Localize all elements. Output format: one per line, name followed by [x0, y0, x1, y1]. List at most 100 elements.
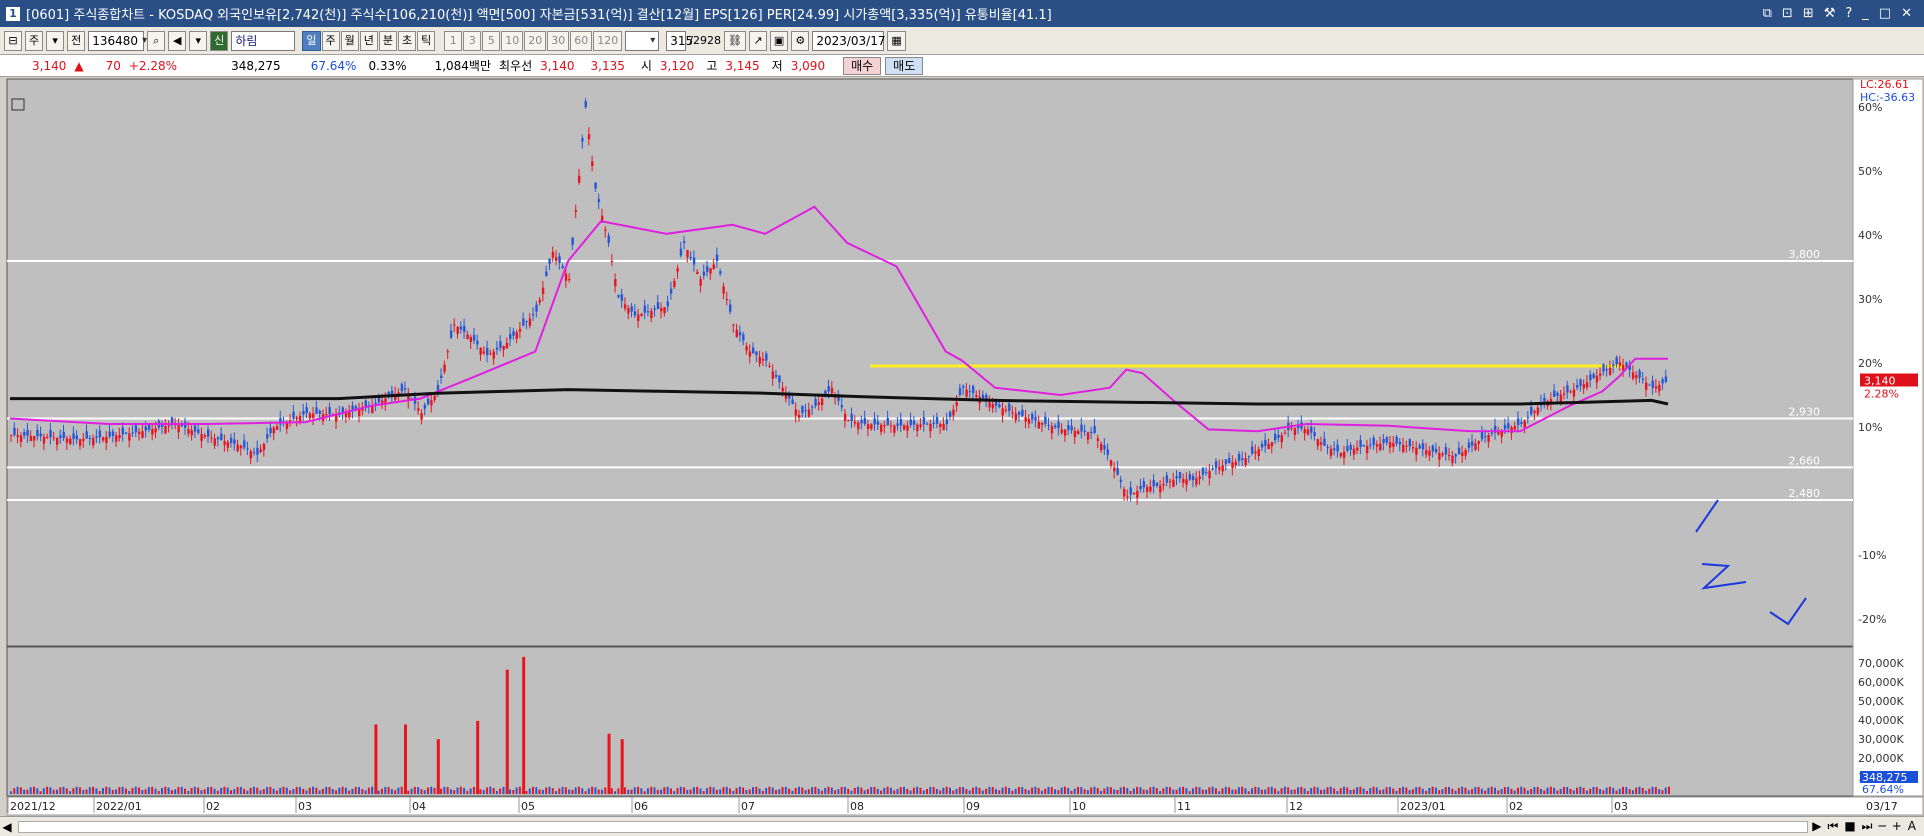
- candle-body: [1057, 421, 1060, 429]
- close-icon[interactable]: ✕: [1901, 6, 1912, 21]
- nav-btn-5[interactable]: +: [1892, 819, 1902, 834]
- interval-custom[interactable]: [625, 30, 660, 51]
- volume-bar: [650, 786, 653, 794]
- period-btn-1[interactable]: 주: [321, 30, 340, 51]
- candle-body: [1303, 429, 1306, 434]
- volume-bar: [344, 787, 347, 794]
- price-chart[interactable]: 3,8002,9302,6602,480 60%50%40%30%20%10%-…: [0, 77, 1924, 817]
- candle-body: [1319, 442, 1323, 445]
- volume-bar: [922, 790, 925, 794]
- interval-btn-1[interactable]: 1: [444, 30, 463, 51]
- nav-btn-1[interactable]: ⏮: [1828, 819, 1839, 834]
- candle-body: [167, 425, 170, 427]
- maximize-icon[interactable]: □: [1879, 6, 1891, 21]
- volume-bar: [32, 786, 35, 794]
- interval-btn-30[interactable]: 30: [547, 30, 570, 51]
- interval-btn-10[interactable]: 10: [501, 30, 524, 51]
- volume-bar: [1526, 790, 1529, 794]
- volume-bar: [312, 786, 315, 794]
- volume-bar: [981, 790, 984, 794]
- volume-bar: [1645, 790, 1648, 794]
- volume-bar: [610, 788, 613, 794]
- stock-name-field[interactable]: 하림: [231, 30, 296, 51]
- interval-btn-60[interactable]: 60: [570, 30, 593, 51]
- tool-icon[interactable]: ⚒: [1824, 6, 1836, 21]
- candle-body: [433, 395, 436, 400]
- nav-btn-4[interactable]: ─: [1878, 819, 1885, 834]
- scroll-left-icon[interactable]: ◀: [0, 820, 14, 834]
- draw-tool-icon[interactable]: ↗: [748, 30, 767, 51]
- candle-body: [1103, 445, 1106, 450]
- interval-btn-120[interactable]: 120: [593, 30, 623, 51]
- period-btn-6[interactable]: 틱: [417, 30, 436, 51]
- gear-icon[interactable]: ⚙: [791, 30, 810, 51]
- nav-btn-0[interactable]: ▶: [1812, 819, 1821, 834]
- volume-bar: [384, 786, 387, 794]
- search-icon[interactable]: ⌕: [147, 30, 166, 51]
- type-btn-jeon[interactable]: 전: [67, 30, 86, 51]
- stock-code-input[interactable]: 136480: [88, 30, 145, 51]
- volume-bar: [1329, 786, 1332, 794]
- horizontal-scrollbar[interactable]: [18, 820, 1809, 833]
- help-icon[interactable]: ?: [1845, 6, 1852, 21]
- tile-icon[interactable]: ⊞: [1803, 6, 1814, 21]
- volume-bar: [1484, 790, 1487, 794]
- volume-bar: [367, 787, 370, 794]
- calendar-icon[interactable]: ▦: [887, 30, 906, 51]
- candle-body: [719, 271, 722, 274]
- save-icon[interactable]: ▣: [769, 30, 789, 51]
- volume-bar: [105, 786, 108, 794]
- pct-axis-label-6: -10%: [1858, 549, 1886, 562]
- period-btn-5[interactable]: 초: [398, 30, 417, 51]
- nav-btn-2[interactable]: ■: [1844, 819, 1855, 834]
- candle-body: [1178, 472, 1182, 479]
- candle-body: [269, 427, 272, 434]
- nav-btn-3[interactable]: ⏭: [1862, 819, 1873, 834]
- candle-body: [909, 419, 912, 426]
- candle-body: [1589, 374, 1592, 381]
- candle-body: [998, 404, 1001, 408]
- period-btn-4[interactable]: 분: [378, 30, 397, 51]
- sell-button[interactable]: 매도: [885, 56, 924, 75]
- candle-body: [279, 418, 282, 425]
- count-input[interactable]: 315: [666, 30, 693, 51]
- period-btn-3[interactable]: 년: [359, 30, 378, 51]
- restore-icon[interactable]: ⊡: [1782, 6, 1793, 21]
- arrow-down-icon[interactable]: ▾: [189, 30, 208, 51]
- sound-icon[interactable]: ◀: [168, 30, 187, 51]
- candle-body: [968, 391, 972, 393]
- volume-spike: [403, 724, 407, 794]
- volume-bar: [184, 788, 187, 794]
- link-chain-icon[interactable]: ⛓: [723, 30, 746, 51]
- interval-btn-3[interactable]: 3: [463, 30, 482, 51]
- candle-body: [315, 407, 318, 414]
- volume-bar: [1057, 790, 1060, 794]
- period-btn-0[interactable]: 일: [302, 30, 321, 51]
- candle-body: [922, 417, 926, 425]
- candle-body: [489, 353, 492, 355]
- candle-body: [926, 423, 929, 425]
- candle-body: [1077, 431, 1080, 435]
- interval-btn-20[interactable]: 20: [524, 30, 547, 51]
- type-btn-ju[interactable]: 주: [25, 30, 44, 51]
- nav-btn-6[interactable]: A: [1908, 819, 1916, 834]
- candle-body: [761, 358, 765, 361]
- volume-bar: [765, 788, 768, 794]
- candle-body: [147, 424, 151, 430]
- volume-bar: [302, 788, 305, 794]
- candle-body: [1480, 432, 1484, 440]
- chart-area[interactable]: 3,800 2,930 2,660 2,480 60% 50% 40% 30% 20% 10% -…: [0, 77, 1924, 822]
- date-input[interactable]: 2023/03/17: [812, 30, 886, 51]
- candle-body: [843, 413, 847, 421]
- candle-body: [1536, 407, 1540, 415]
- candle-body: [1185, 479, 1188, 485]
- dropdown-icon[interactable]: ▾: [46, 30, 65, 51]
- buy-button[interactable]: 매수: [843, 56, 882, 75]
- period-btn-2[interactable]: 월: [340, 30, 359, 51]
- link-icon[interactable]: ⧉: [1763, 6, 1772, 21]
- interval-buttons: 1 3 5 10 20 30 60 120: [444, 30, 623, 51]
- chart-mode-icon[interactable]: ⊟: [4, 30, 22, 51]
- minimize-icon[interactable]: _: [1862, 6, 1869, 21]
- interval-btn-5[interactable]: 5: [482, 30, 501, 51]
- volume-bar: [1513, 790, 1516, 794]
